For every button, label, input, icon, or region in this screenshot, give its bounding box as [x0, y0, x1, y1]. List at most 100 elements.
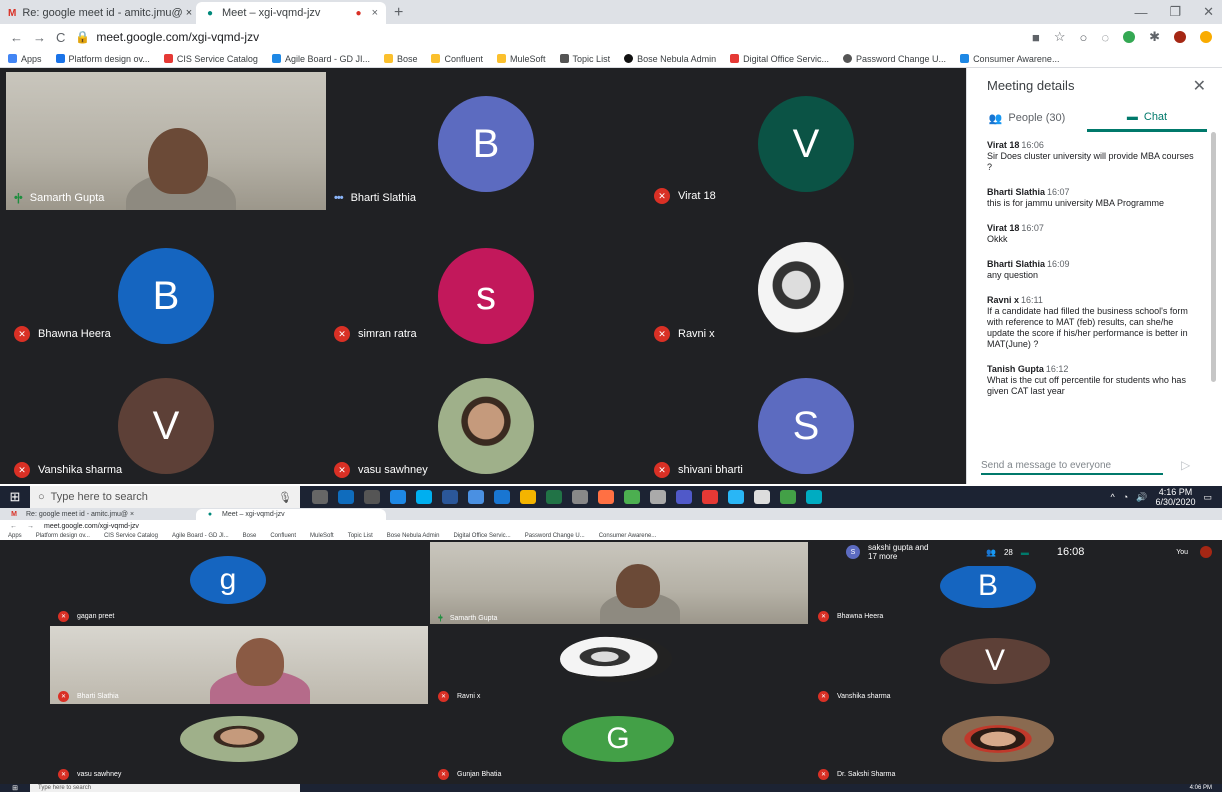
profile-photo	[560, 636, 672, 682]
new-tab-button[interactable]: +	[386, 2, 411, 24]
maximize-icon[interactable]: ❐	[1169, 4, 1181, 20]
teams-icon[interactable]	[676, 490, 692, 504]
explorer-icon[interactable]	[520, 490, 536, 504]
gmail-icon: M	[8, 7, 17, 19]
participant-tile[interactable]: ✕ vasu sawhney	[50, 706, 428, 782]
bookmark[interactable]: Consumer Awarene...	[960, 54, 1059, 64]
url-field[interactable]: 🔒 meet.google.com/xgi-vqmd-jzv	[75, 30, 259, 44]
send-icon[interactable]: ▷	[1181, 458, 1190, 472]
tab-meet[interactable]: ● Meet – xgi-vqmd-jzv ● ×	[196, 2, 386, 24]
bookmark-apps[interactable]: Apps	[8, 54, 42, 64]
participant-tile[interactable]: g ✕ gagan preet	[50, 542, 428, 624]
speaking-icon: •|•	[438, 615, 443, 622]
bookmark[interactable]: MuleSoft	[497, 54, 546, 64]
taskbar-search[interactable]: ○ Type here to search 🎙	[30, 486, 300, 508]
extension-icon[interactable]	[1123, 31, 1136, 43]
bookmark[interactable]: Agile Board - GD JI...	[271, 54, 370, 64]
volume-icon[interactable]: 🔊	[1136, 492, 1147, 503]
bookmark[interactable]: CIS Service Catalog	[163, 54, 258, 64]
bookmark[interactable]: Topic List	[559, 54, 610, 64]
avatar[interactable]	[1200, 546, 1212, 558]
app-icon[interactable]	[468, 490, 484, 504]
scrollbar[interactable]	[1211, 132, 1216, 382]
people-icon[interactable]: 👥	[986, 548, 996, 557]
forward-icon[interactable]: →	[33, 30, 46, 45]
chrome-icon[interactable]	[624, 490, 640, 504]
avatar[interactable]	[1174, 31, 1186, 43]
ie-icon[interactable]	[494, 490, 510, 504]
reload-icon[interactable]: C	[56, 30, 65, 45]
chevron-up-icon[interactable]: ^	[1111, 492, 1115, 502]
chat-message: Virat 18 16:06 Sir Does cluster university…	[987, 140, 1194, 172]
outlook-icon[interactable]	[338, 490, 354, 504]
tab-meet[interactable]: ● Meet – xgi-vqmd-jzv	[196, 509, 386, 520]
close-window-icon[interactable]: ✕	[1203, 4, 1214, 20]
clock[interactable]: 4:16 PM 6/30/2020	[1155, 487, 1195, 507]
bookmark[interactable]: Bose Nebula Admin	[624, 54, 716, 64]
participant-tile[interactable]: B ✕ Bhawna Heera	[6, 210, 326, 348]
mic-icon: 🎙	[278, 491, 292, 504]
back-icon[interactable]: ←	[10, 30, 23, 45]
participant-tile[interactable]: s ✕ simran ratra	[326, 210, 646, 348]
meeting-clock: 16:08	[1056, 546, 1085, 558]
bookmark[interactable]: Bose	[383, 54, 417, 64]
tab-gmail[interactable]: M Re: google meet id - amitc.jmu@ ×	[0, 509, 196, 520]
participant-tile[interactable]: ✕ Dr. Sakshi Sharma	[810, 706, 1188, 782]
participant-tile[interactable]: V ✕ Virat 18	[646, 72, 966, 210]
close-icon[interactable]: ✕	[1193, 76, 1206, 96]
back-icon[interactable]: ←	[10, 523, 17, 530]
participant-tile[interactable]: B ✕ Bhawna Heera	[810, 566, 1188, 624]
forward-icon[interactable]: →	[27, 523, 34, 530]
network-icon[interactable]: ◔	[1123, 492, 1128, 502]
app-icon[interactable]	[780, 490, 796, 504]
bookmark[interactable]: Password Change U...	[843, 54, 946, 64]
taskbar-search[interactable]: Type here to search	[30, 784, 300, 792]
bookmark[interactable]: Platform design ov...	[55, 54, 150, 64]
skype-icon[interactable]	[416, 490, 432, 504]
tab-people[interactable]: 👥 People (30)	[967, 104, 1087, 132]
app-icon[interactable]	[572, 490, 588, 504]
acrobat-icon[interactable]	[702, 490, 718, 504]
extension-icon[interactable]: ○	[1080, 30, 1088, 45]
excel-icon[interactable]	[546, 490, 562, 504]
participant-tile[interactable]: V ✕ Vanshika sharma	[810, 626, 1188, 704]
speaking-icon: •|•	[14, 192, 23, 204]
participant-tile[interactable]: ✕ vasu sawhney	[326, 348, 646, 484]
app-icon[interactable]	[806, 490, 822, 504]
camera-icon[interactable]: ■	[1032, 30, 1040, 45]
close-tab-icon[interactable]: ×	[372, 7, 378, 19]
store-icon[interactable]	[364, 490, 380, 504]
app-icon[interactable]	[598, 490, 614, 504]
notification-icon[interactable]: ▭	[1203, 492, 1212, 503]
app-icon[interactable]	[728, 490, 744, 504]
participant-tile[interactable]: •|• Samarth Gupta	[6, 72, 326, 210]
windows-start-icon[interactable]: ⊞	[0, 784, 30, 792]
puzzle-icon[interactable]: ✱	[1149, 29, 1160, 45]
url-field[interactable]: meet.google.com/xgi-vqmd-jzv	[44, 523, 139, 530]
participant-tile[interactable]: ✕ Bharti Slathia	[50, 626, 428, 704]
task-view-icon[interactable]	[312, 490, 328, 504]
participant-tile[interactable]: ✕ Ravni x	[430, 626, 808, 704]
participant-tile[interactable]: S ✕ shivani bharti	[646, 348, 966, 484]
participant-name: ✕ simran ratra	[334, 326, 417, 342]
extension-icon[interactable]	[1200, 31, 1212, 43]
bookmark[interactable]: Confluent	[431, 54, 483, 64]
participant-tile[interactable]: •|• Samarth Gupta	[430, 542, 808, 624]
chat-input[interactable]: Send a message to everyone	[981, 460, 1163, 475]
participant-tile[interactable]: B ••• Bharti Slathia	[326, 72, 646, 210]
settings-icon[interactable]	[650, 490, 666, 504]
participant-tile[interactable]: ✕ Ravni x	[646, 210, 966, 348]
bookmark[interactable]: Digital Office Servic...	[730, 54, 829, 64]
edge-icon[interactable]	[390, 490, 406, 504]
windows-start-icon[interactable]: ⊞	[0, 489, 30, 505]
star-icon[interactable]: ☆	[1054, 29, 1066, 45]
participant-tile[interactable]: V ✕ Vanshika sharma	[6, 348, 326, 484]
word-icon[interactable]	[442, 490, 458, 504]
participant-tile[interactable]: G ✕ Gunjan Bhatia	[430, 706, 808, 782]
chat-icon[interactable]: ▬	[1021, 548, 1029, 557]
extension-icon[interactable]: ◌	[1101, 30, 1109, 45]
photos-icon[interactable]	[754, 490, 770, 504]
tab-chat[interactable]: ▬ Chat	[1087, 104, 1207, 132]
tab-gmail[interactable]: M Re: google meet id - amitc.jmu@ ×	[0, 2, 196, 24]
minimize-icon[interactable]: —	[1134, 5, 1147, 20]
